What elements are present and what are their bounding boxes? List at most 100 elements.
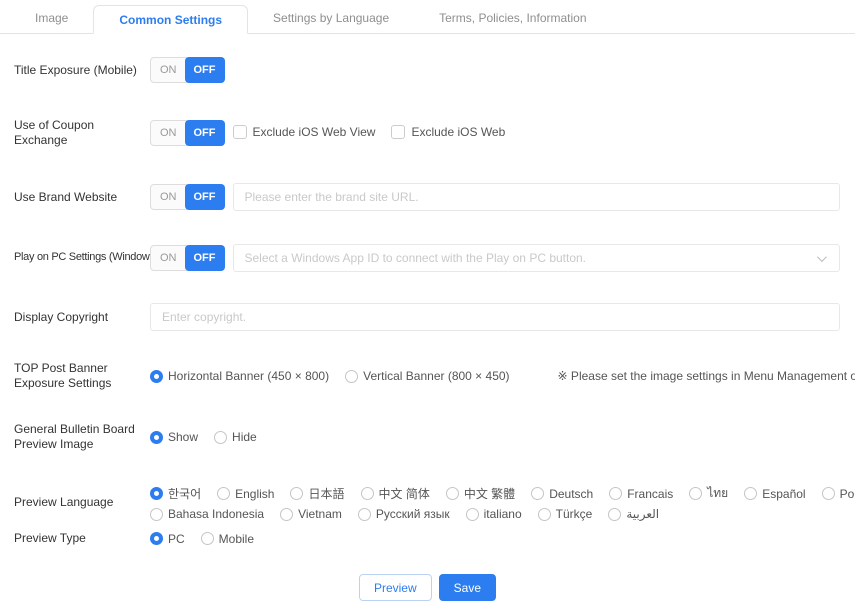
radio-option[interactable]: English	[217, 487, 274, 501]
title-exposure-label: Title Exposure (Mobile)	[14, 63, 150, 78]
toggle-on-button[interactable]: ON	[150, 57, 187, 83]
radio-icon[interactable]	[744, 487, 757, 500]
toggle-on-button[interactable]: ON	[150, 245, 187, 271]
top-banner-label: TOP Post Banner Exposure Settings	[14, 361, 150, 391]
toggle-on-button[interactable]: ON	[150, 120, 187, 146]
radio-option[interactable]: Türkçe	[538, 507, 593, 521]
brand-site-url-input[interactable]	[233, 183, 841, 211]
row-coupon-exchange: Use of Coupon Exchange ON OFF Exclude iO…	[0, 118, 855, 148]
radio-icon[interactable]	[345, 370, 358, 383]
radio-label: Español	[762, 487, 805, 501]
radio-line: 한국어 English 日本語 中文 简体中文 繁體 Deutsch Francais ไท…	[150, 484, 855, 503]
radio-label: 한국어	[168, 485, 201, 502]
radio-option[interactable]: Español	[744, 487, 805, 501]
radio-line: Show Hide	[150, 430, 273, 444]
tab-terms-policies-information[interactable]: Terms, Policies, Information	[414, 4, 611, 33]
radio-icon[interactable]	[201, 532, 214, 545]
radio-line: Bahasa Indonesia Vietnam Русский язык itali…	[150, 507, 855, 521]
radio-icon[interactable]	[361, 487, 374, 500]
radio-option[interactable]: Mobile	[201, 532, 254, 546]
checkbox-icon[interactable]	[233, 125, 247, 139]
checkbox-option[interactable]: Exclude iOS Web	[391, 125, 505, 139]
preview-language-label: Preview Language	[14, 495, 150, 510]
radio-icon[interactable]	[214, 431, 227, 444]
radio-icon[interactable]	[150, 532, 163, 545]
radio-option[interactable]: Hide	[214, 430, 257, 444]
radio-label: Deutsch	[549, 487, 593, 501]
radio-label: Horizontal Banner (450 × 800)	[168, 369, 329, 383]
brand-website-label: Use Brand Website	[14, 190, 150, 205]
radio-option[interactable]: Show	[150, 430, 198, 444]
preview-button[interactable]: Preview	[359, 574, 432, 601]
radio-icon[interactable]	[538, 508, 551, 521]
toggle-off-button[interactable]: OFF	[185, 120, 225, 146]
radio-label: italiano	[484, 507, 522, 521]
tab-common-settings[interactable]: Common Settings	[93, 5, 248, 34]
radio-icon[interactable]	[150, 508, 163, 521]
radio-icon[interactable]	[609, 487, 622, 500]
windows-app-id-select[interactable]: Select a Windows App ID to connect with …	[233, 244, 841, 272]
top-banner-radio-group: Horizontal Banner (450 × 800) Vertical Ba…	[150, 369, 526, 383]
radio-option[interactable]: Vietnam	[280, 507, 342, 521]
title-exposure-toggle: ON OFF	[150, 57, 225, 83]
radio-option[interactable]: Vertical Banner (800 × 450)	[345, 369, 509, 383]
tab-image[interactable]: Image	[10, 4, 93, 33]
radio-label: Show	[168, 430, 198, 444]
radio-option[interactable]: Horizontal Banner (450 × 800)	[150, 369, 329, 383]
radio-label: 中文 简体	[379, 485, 430, 502]
toggle-off-button[interactable]: OFF	[185, 57, 225, 83]
radio-option[interactable]: 中文 繁體	[446, 485, 515, 502]
radio-option[interactable]: Русский язык	[358, 507, 450, 521]
radio-label: ไทย	[707, 484, 728, 503]
radio-icon[interactable]	[689, 487, 702, 500]
radio-icon[interactable]	[531, 487, 544, 500]
coupon-exchange-checkboxes: Exclude iOS Web View Exclude iOS Web	[233, 125, 841, 142]
radio-icon[interactable]	[822, 487, 835, 500]
radio-icon[interactable]	[446, 487, 459, 500]
radio-icon[interactable]	[358, 508, 371, 521]
radio-option[interactable]: 中文 简体	[361, 485, 430, 502]
checkbox-icon[interactable]	[391, 125, 405, 139]
toggle-off-button[interactable]: OFF	[185, 245, 225, 271]
action-buttons: Preview Save	[0, 574, 855, 601]
radio-option[interactable]: Deutsch	[531, 487, 593, 501]
radio-option[interactable]: العربية	[608, 507, 659, 521]
checkbox-label: Exclude iOS Web	[411, 125, 505, 139]
brand-website-toggle: ON OFF	[150, 184, 225, 210]
radio-label: Mobile	[219, 532, 254, 546]
radio-icon[interactable]	[466, 508, 479, 521]
tab-settings-by-language[interactable]: Settings by Language	[248, 4, 414, 33]
radio-option[interactable]: PC	[150, 532, 185, 546]
radio-icon[interactable]	[290, 487, 303, 500]
radio-label: Português	[840, 487, 855, 501]
radio-line: Horizontal Banner (450 × 800) Vertical Ba…	[150, 369, 526, 383]
copyright-input[interactable]	[150, 303, 840, 331]
preview-type-label: Preview Type	[14, 531, 150, 546]
radio-icon[interactable]	[217, 487, 230, 500]
row-preview-language: Preview Language 한국어 English 日本語 中文 简体中文 繁體…	[0, 484, 855, 521]
checkbox-option[interactable]: Exclude iOS Web View	[233, 125, 376, 139]
preview-type-radio-group: PC Mobile	[150, 532, 270, 546]
coupon-exchange-toggle: ON OFF	[150, 120, 225, 146]
toggle-off-button[interactable]: OFF	[185, 184, 225, 210]
radio-icon[interactable]	[150, 487, 163, 500]
toggle-on-button[interactable]: ON	[150, 184, 187, 210]
radio-option[interactable]: Francais	[609, 487, 673, 501]
row-play-on-pc: Play on PC Settings (Windows) ON OFF Sel…	[0, 244, 855, 272]
radio-option[interactable]: 日本語	[290, 485, 344, 502]
radio-icon[interactable]	[150, 370, 163, 383]
save-button[interactable]: Save	[439, 574, 496, 601]
radio-option[interactable]: Português	[822, 487, 855, 501]
radio-label: Bahasa Indonesia	[168, 507, 264, 521]
radio-icon[interactable]	[150, 431, 163, 444]
radio-icon[interactable]	[280, 508, 293, 521]
radio-label: Hide	[232, 430, 257, 444]
radio-option[interactable]: italiano	[466, 507, 522, 521]
radio-line: PC Mobile	[150, 532, 270, 546]
row-display-copyright: Display Copyright	[0, 303, 855, 331]
radio-option[interactable]: 한국어	[150, 485, 201, 502]
radio-icon[interactable]	[608, 508, 621, 521]
radio-option[interactable]: ไทย	[689, 484, 728, 503]
checkbox-label: Exclude iOS Web View	[253, 125, 376, 139]
radio-option[interactable]: Bahasa Indonesia	[150, 507, 264, 521]
